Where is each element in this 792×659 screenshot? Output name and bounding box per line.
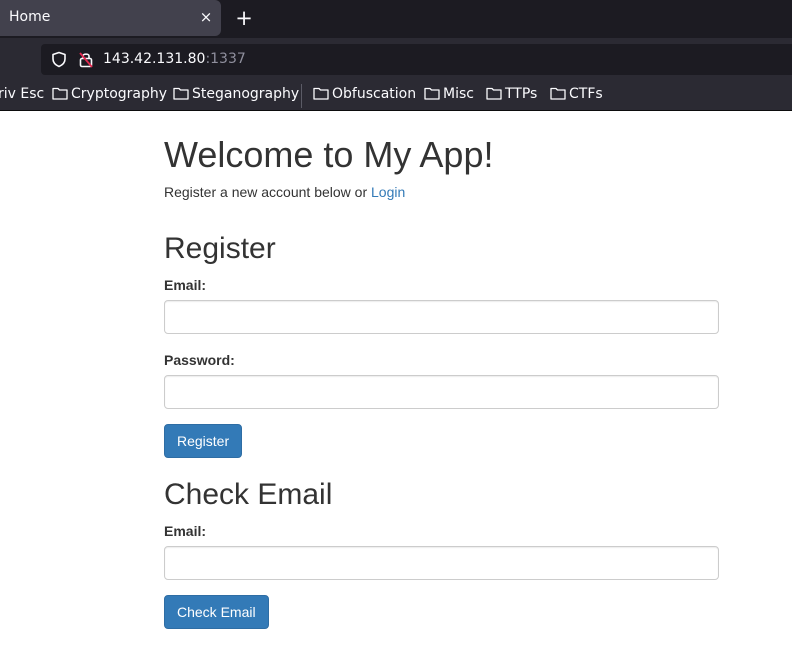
register-heading: Register <box>164 232 276 265</box>
bookmark-label: riv Esc <box>0 86 45 102</box>
close-tab-icon[interactable]: × <box>197 7 215 27</box>
register-password-label: Password: <box>164 352 235 368</box>
subtitle-text: Register a new account below or <box>164 184 371 200</box>
bookmark-folder-ctfs[interactable]: CTFs <box>550 86 603 106</box>
bookmark-folder-ttps[interactable]: TTPs <box>486 86 537 106</box>
register-email-label: Email: <box>164 277 207 293</box>
page-title: Welcome to My App! <box>164 134 494 175</box>
bookmark-label: Steganography <box>192 86 300 102</box>
folder-icon <box>52 87 68 100</box>
folder-icon <box>313 87 329 100</box>
url-port: :1337 <box>205 51 246 67</box>
bookmark-label: Cryptography <box>71 86 168 102</box>
register-password-input[interactable] <box>164 375 719 409</box>
bookmark-label: Obfuscation <box>332 86 417 102</box>
register-button[interactable]: Register <box>164 424 243 458</box>
folder-icon <box>550 87 566 100</box>
login-link[interactable]: Login <box>371 184 405 200</box>
bookmark-folder-cryptography[interactable]: Cryptography <box>52 86 167 106</box>
new-tab-icon[interactable]: + <box>233 6 255 30</box>
url-text[interactable]: 143.42.131.80:1337 <box>103 51 246 67</box>
register-email-input[interactable] <box>164 300 719 334</box>
tab-title: Home <box>9 9 51 25</box>
folder-icon <box>424 87 440 100</box>
folder-icon <box>173 87 189 100</box>
url-host: 143.42.131.80 <box>103 51 206 67</box>
bookmark-folder-obfuscation[interactable]: Obfuscation <box>313 86 416 106</box>
insecure-lock-icon[interactable] <box>78 51 94 68</box>
bookmark-folder-steganography[interactable]: Steganography <box>173 86 299 106</box>
check-email-label: Email: <box>164 523 207 539</box>
bookmark-folder-misc[interactable]: Misc <box>424 86 474 106</box>
check-email-input[interactable] <box>164 546 719 580</box>
browser-tab[interactable]: Home × <box>0 0 221 36</box>
check-email-button[interactable]: Check Email <box>164 595 269 629</box>
bookmark-priv-esc[interactable]: riv Esc <box>0 86 44 106</box>
check-email-heading: Check Email <box>164 478 333 511</box>
folder-icon <box>486 87 502 100</box>
tracking-protection-shield-icon[interactable] <box>51 51 67 68</box>
bookmark-label: Misc <box>443 86 474 102</box>
bookmarks-toolbar: riv Esc Cryptography Steganography Obfus… <box>0 80 792 111</box>
bookmark-label: CTFs <box>569 86 603 102</box>
navigation-toolbar: 143.42.131.80:1337 <box>0 38 792 80</box>
url-bar[interactable]: 143.42.131.80:1337 <box>41 44 792 75</box>
bookmark-separator <box>301 84 302 108</box>
tab-strip: Home × + <box>0 0 792 38</box>
page-subtitle: Register a new account below or Login <box>164 184 405 200</box>
bookmark-label: TTPs <box>505 86 538 102</box>
